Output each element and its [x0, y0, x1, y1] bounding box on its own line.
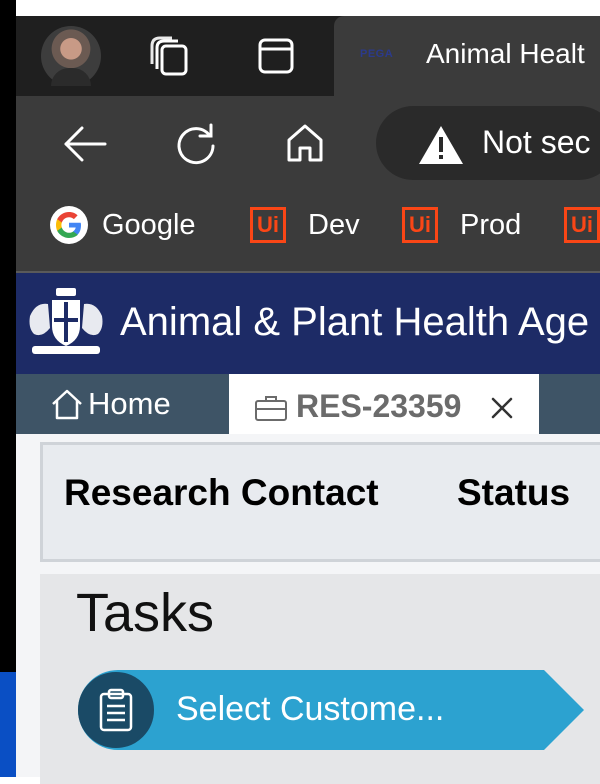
tab-title: Animal Healt — [426, 38, 585, 69]
refresh-icon[interactable] — [174, 122, 218, 171]
vertical-tabs-icon[interactable] — [258, 38, 294, 79]
warning-icon[interactable] — [418, 124, 464, 171]
security-status-text[interactable]: Not sec — [482, 124, 590, 161]
tab-home-label: Home — [88, 386, 171, 421]
clipboard-icon — [98, 688, 134, 737]
uipath-icon: Ui — [402, 207, 438, 243]
pega-favicon: PEGA — [360, 48, 394, 60]
bookmark-dev[interactable]: Ui Dev — [250, 205, 360, 245]
home-icon[interactable] — [284, 122, 326, 169]
bookmark-uipath[interactable]: Ui — [564, 205, 600, 245]
desktop-taskbar-edge — [0, 672, 16, 777]
screen-top-edge — [16, 0, 600, 16]
home-icon — [52, 389, 82, 420]
bookmark-label: Google — [102, 208, 196, 241]
bookmark-google[interactable]: Google — [50, 205, 196, 245]
bookmark-label: Dev — [308, 208, 360, 241]
close-icon[interactable] — [490, 396, 514, 425]
royal-crest-icon — [26, 288, 106, 363]
google-icon — [50, 206, 88, 244]
back-arrow-icon[interactable] — [62, 124, 108, 169]
briefcase-icon — [254, 394, 288, 427]
bookmark-prod[interactable]: Ui Prod — [402, 205, 521, 245]
tab-home[interactable]: Home — [50, 386, 171, 422]
tab-case-label: RES-23359 — [296, 388, 462, 424]
uipath-icon: Ui — [564, 207, 600, 243]
uipath-icon: Ui — [250, 207, 286, 243]
desktop-edge — [0, 0, 16, 672]
bookmark-label: Prod — [460, 208, 522, 241]
status-heading: Status — [457, 472, 571, 513]
research-contact-heading: Research Contact — [64, 472, 379, 513]
tasks-title: Tasks — [76, 583, 215, 643]
tab-actions-icon[interactable] — [148, 36, 192, 83]
agency-title: Animal & Plant Health Age — [120, 300, 590, 344]
task-item-label[interactable]: Select Custome... — [176, 690, 444, 729]
profile-avatar[interactable] — [41, 26, 101, 86]
